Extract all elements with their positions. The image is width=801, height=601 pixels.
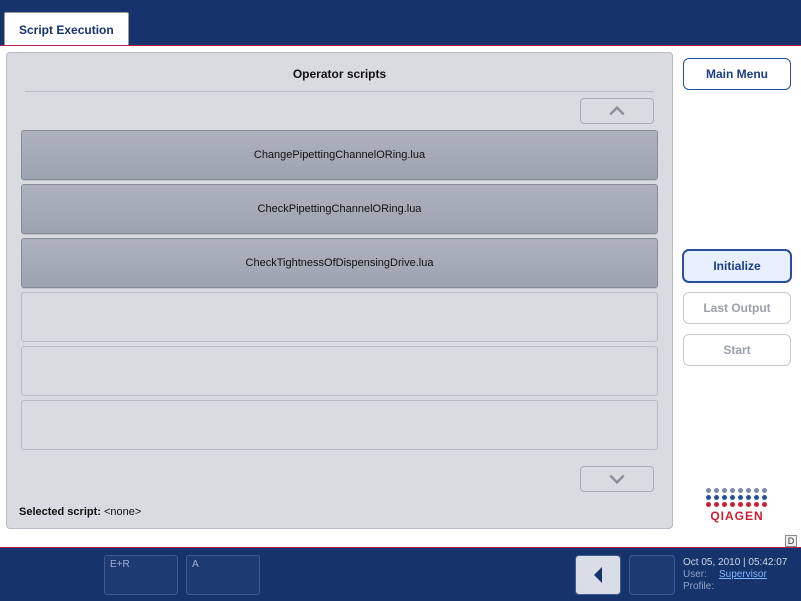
script-item[interactable]: ChangePipettingChannelORing.lua [21,130,658,180]
chevron-down-icon [608,474,626,484]
script-list: ChangePipettingChannelORing.lua CheckPip… [19,130,660,466]
logo-dot [706,488,711,493]
initialize-button[interactable]: Initialize [683,250,791,282]
logo-text: QIAGEN [710,509,763,523]
pager-next-button[interactable] [629,555,675,595]
scroll-down-button[interactable] [580,466,654,492]
pager-prev-button[interactable] [575,555,621,595]
logo-dot [746,488,751,493]
logo-dot [754,495,759,500]
selected-script-value: <none> [104,506,141,518]
script-item-empty [21,346,658,396]
logo-dot [730,495,735,500]
spacer [683,376,791,478]
logo-dot [714,502,719,507]
logo-dot [762,488,767,493]
spacer [683,100,791,240]
logo-dot [706,495,711,500]
logo-dot [762,502,767,507]
profile-label: Profile: [683,581,715,592]
divider [25,91,654,92]
scroll-up-button[interactable] [580,98,654,124]
badge-row: D [0,535,801,547]
triangle-left-icon [592,566,604,584]
scroll-up-row [19,98,660,130]
user-value[interactable]: Supervisor [719,569,767,580]
side-panel: Main Menu Initialize Last Output Start Q… [679,52,795,529]
logo-dot [722,495,727,500]
qiagen-logo: QIAGEN [683,488,791,523]
tab-script-execution[interactable]: Script Execution [4,12,129,45]
status-box-a[interactable]: A [186,555,260,595]
scroll-down-row [19,466,660,498]
script-item-empty [21,400,658,450]
panel-title: Operator scripts [19,63,660,91]
logo-dot [706,502,711,507]
pager [575,555,675,595]
script-item-empty [21,292,658,342]
script-item[interactable]: CheckTightnessOfDispensingDrive.lua [21,238,658,288]
logo-dot [746,502,751,507]
logo-dot [762,495,767,500]
selected-script-line: Selected script: <none> [19,498,660,520]
operator-scripts-panel: Operator scripts ChangePipettingChannelO… [6,52,673,529]
logo-dot [730,488,735,493]
selected-script-label: Selected script: [19,506,101,518]
logo-dot [754,502,759,507]
status-bar: E+R A Oct 05, 2010 | 05:42:07 User: Supe… [0,547,801,601]
main-menu-button[interactable]: Main Menu [683,58,791,90]
chevron-up-icon [608,106,626,116]
logo-dots [706,488,768,507]
logo-dot [746,495,751,500]
logo-dot [714,488,719,493]
d-badge[interactable]: D [785,535,797,547]
logo-dot [722,488,727,493]
logo-dot [738,502,743,507]
user-label: User: [683,569,715,580]
logo-dot [714,495,719,500]
status-datetime: Oct 05, 2010 | 05:42:07 [683,557,787,568]
script-item[interactable]: CheckPipettingChannelORing.lua [21,184,658,234]
logo-dot [754,488,759,493]
status-box-er[interactable]: E+R [104,555,178,595]
status-info: Oct 05, 2010 | 05:42:07 User: Supervisor… [683,557,793,592]
logo-dot [738,495,743,500]
logo-dot [730,502,735,507]
last-output-button[interactable]: Last Output [683,292,791,324]
logo-dot [738,488,743,493]
content-row: Operator scripts ChangePipettingChannelO… [0,46,801,535]
logo-dot [722,502,727,507]
tab-bar: Script Execution [0,0,801,46]
start-button[interactable]: Start [683,334,791,366]
